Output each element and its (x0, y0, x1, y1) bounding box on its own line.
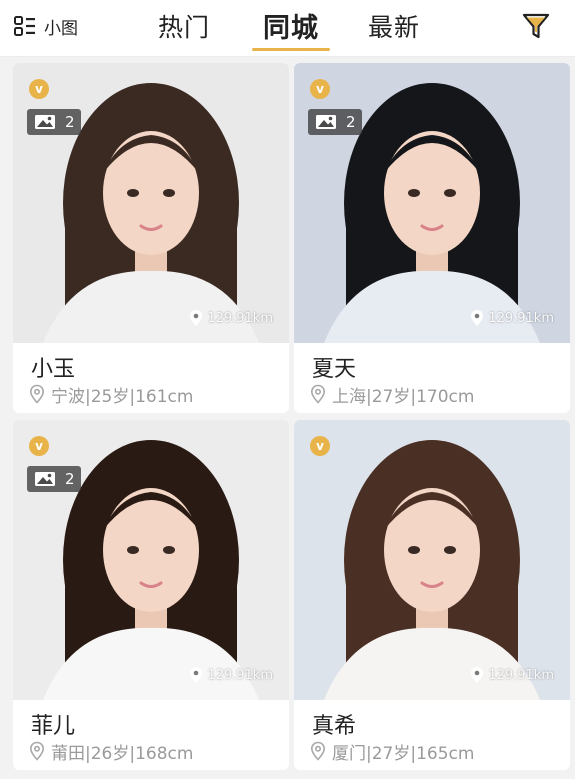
tab-latest[interactable]: 最新 (368, 8, 420, 44)
profile-card[interactable]: v 2 129.91km 小玉 宁波|25岁|161cm (13, 63, 289, 413)
vip-mark: v (316, 439, 324, 453)
vip-badge-icon: v (310, 436, 330, 456)
profile-name: 菲儿 (31, 714, 76, 739)
location-pin-icon (190, 667, 203, 683)
vip-badge-icon: v (29, 79, 49, 99)
profile-photo[interactable]: v 2 129.91km (294, 63, 570, 343)
tab-same-city[interactable]: 同城 (263, 6, 319, 45)
profile-details-text: 莆田|26岁|168cm (51, 743, 194, 764)
profile-name: 真希 (312, 714, 357, 739)
photo-count: 2 (346, 113, 356, 131)
grid-list-icon (14, 16, 35, 36)
photo-count-badge: 2 (308, 109, 362, 135)
distance-text: 129.91km (207, 310, 273, 326)
distance-label: 129.91km (470, 665, 554, 685)
profile-details: 上海|27岁|170cm (310, 383, 475, 407)
location-outline-icon (29, 384, 45, 404)
distance-text: 129.91km (207, 667, 273, 683)
distance-text: 129.91km (488, 667, 554, 683)
filter-button[interactable] (520, 10, 552, 42)
view-toggle-label: 小图 (44, 18, 78, 39)
portrait-image (294, 420, 570, 700)
photo-count-badge: 2 (27, 466, 81, 492)
profile-name: 小玉 (31, 357, 76, 382)
distance-label: 129.91km (470, 308, 554, 328)
profile-photo[interactable]: v 129.91km (294, 420, 570, 700)
profile-details-text: 上海|27岁|170cm (332, 386, 475, 407)
distance-text: 129.91km (488, 310, 554, 326)
profile-card[interactable]: v 2 129.91km 夏天 上海|27岁|170cm (294, 63, 570, 413)
vip-badge-icon: v (29, 436, 49, 456)
distance-label: 129.91km (189, 665, 273, 685)
profile-photo[interactable]: v 2 129.91km (13, 420, 289, 700)
active-tab-indicator (252, 48, 330, 51)
profile-details-text: 宁波|25岁|161cm (51, 386, 194, 407)
vip-badge-icon: v (310, 79, 330, 99)
profile-details: 厦门|27岁|165cm (310, 740, 475, 764)
vip-mark: v (316, 82, 324, 96)
image-icon (35, 115, 55, 129)
location-pin-icon (471, 667, 484, 683)
location-pin-icon (190, 310, 203, 326)
portrait-image (13, 420, 289, 700)
location-outline-icon (310, 384, 326, 404)
photo-count: 2 (65, 113, 75, 131)
location-pin-icon (471, 310, 484, 326)
vip-mark: v (35, 82, 43, 96)
profile-card[interactable]: v 2 129.91km 菲儿 莆田|26岁|168cm (13, 420, 289, 770)
portrait-image (13, 63, 289, 343)
vip-mark: v (35, 439, 43, 453)
top-nav-bar: 小图 热门 同城 最新 (0, 0, 575, 57)
profile-photo[interactable]: v 2 129.91km (13, 63, 289, 343)
photo-count-badge: 2 (27, 109, 81, 135)
tab-hot[interactable]: 热门 (158, 8, 210, 44)
image-icon (35, 472, 55, 486)
funnel-icon (522, 13, 550, 39)
photo-count: 2 (65, 470, 75, 488)
location-outline-icon (29, 741, 45, 761)
profile-details: 莆田|26岁|168cm (29, 740, 194, 764)
portrait-image (294, 63, 570, 343)
profile-details-text: 厦门|27岁|165cm (332, 743, 475, 764)
distance-label: 129.91km (189, 308, 273, 328)
profile-card[interactable]: v 129.91km 真希 厦门|27岁|165cm (294, 420, 570, 770)
view-toggle-button[interactable]: 小图 (14, 14, 78, 39)
profile-details: 宁波|25岁|161cm (29, 383, 194, 407)
location-outline-icon (310, 741, 326, 761)
image-icon (316, 115, 336, 129)
profile-name: 夏天 (312, 357, 357, 382)
